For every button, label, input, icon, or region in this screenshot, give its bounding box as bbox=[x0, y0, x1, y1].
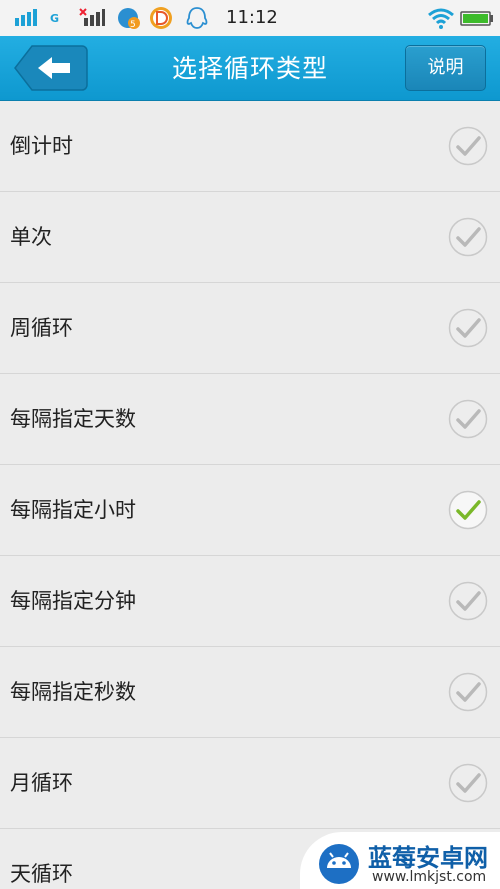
option-label: 周循环 bbox=[10, 316, 73, 340]
loop-type-list: 倒计时单次周循环每隔指定天数 每隔指定小时 每隔指定分钟 每隔指定秒数 月循环天循环 bbox=[0, 101, 500, 889]
notification-badge: 5 bbox=[130, 20, 136, 30]
option-row[interactable]: 倒计时 bbox=[0, 101, 500, 192]
help-button[interactable]: 说明 bbox=[405, 45, 486, 91]
watermark-url: www.lmkjst.com bbox=[372, 869, 487, 885]
android-logo-icon bbox=[319, 844, 359, 884]
battery-icon bbox=[460, 11, 493, 26]
qq-icon bbox=[186, 7, 208, 29]
signal-icon bbox=[15, 9, 37, 26]
option-label: 每隔指定分钟 bbox=[10, 589, 136, 613]
checkmark-icon[interactable] bbox=[448, 581, 488, 621]
network-g-icon: G bbox=[50, 12, 60, 25]
checkmark-icon[interactable] bbox=[448, 217, 488, 257]
checkmark-selected-icon[interactable] bbox=[448, 490, 488, 530]
option-label: 天循环 bbox=[10, 862, 73, 886]
back-button[interactable] bbox=[14, 45, 88, 91]
option-row[interactable]: 每隔指定分钟 bbox=[0, 556, 500, 647]
signal-x-icon bbox=[79, 8, 105, 26]
option-label: 倒计时 bbox=[10, 134, 73, 158]
d-app-icon bbox=[150, 7, 172, 29]
status-bar: G 5 11:12 bbox=[0, 0, 500, 36]
back-arrow-icon bbox=[14, 45, 88, 91]
watermark: 蓝莓安卓网 www.lmkjst.com bbox=[300, 832, 500, 889]
option-label: 每隔指定小时 bbox=[10, 498, 136, 522]
option-label: 每隔指定天数 bbox=[10, 407, 136, 431]
option-label: 每隔指定秒数 bbox=[10, 680, 136, 704]
checkmark-icon[interactable] bbox=[448, 126, 488, 166]
option-row[interactable]: 每隔指定秒数 bbox=[0, 647, 500, 738]
option-row[interactable]: 每隔指定天数 bbox=[0, 374, 500, 465]
wifi-icon bbox=[428, 8, 454, 29]
title-bar: 选择循环类型 说明 bbox=[0, 36, 500, 101]
checkmark-icon[interactable] bbox=[448, 308, 488, 348]
option-row[interactable]: 周循环 bbox=[0, 283, 500, 374]
page-title: 选择循环类型 bbox=[171, 54, 328, 83]
watermark-name: 蓝莓安卓网 bbox=[368, 844, 488, 872]
clock: 11:12 bbox=[226, 7, 278, 28]
checkmark-icon[interactable] bbox=[448, 763, 488, 803]
option-row[interactable]: 每隔指定小时 bbox=[0, 465, 500, 556]
option-row[interactable]: 月循环 bbox=[0, 738, 500, 829]
option-row[interactable]: 单次 bbox=[0, 192, 500, 283]
option-label: 月循环 bbox=[10, 771, 73, 795]
checkmark-icon[interactable] bbox=[448, 672, 488, 712]
option-label: 单次 bbox=[10, 225, 52, 249]
checkmark-icon[interactable] bbox=[448, 399, 488, 439]
